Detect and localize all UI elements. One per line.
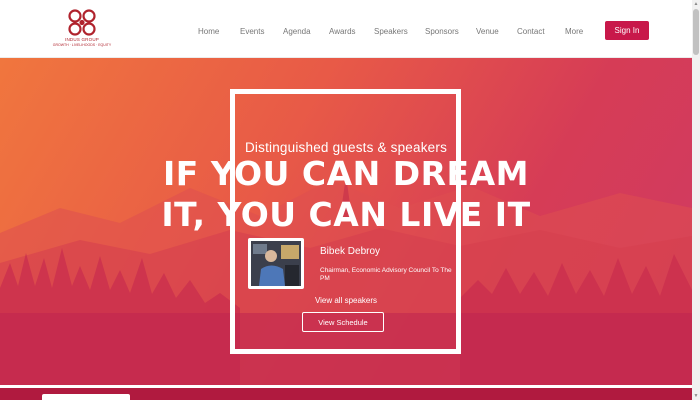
speaker-card[interactable]: Bibek Debroy Chairman, Economic Advisory…	[248, 238, 452, 292]
next-section-strip	[0, 385, 692, 400]
nav-sponsors[interactable]: Sponsors	[425, 27, 459, 36]
page-scrollbar[interactable]: ▲ ▼	[692, 0, 700, 400]
logo-name: INDUS GROUP	[65, 37, 99, 42]
nav-awards[interactable]: Awards	[329, 27, 356, 36]
view-schedule-button[interactable]: View Schedule	[302, 312, 384, 332]
nav-more[interactable]: More	[565, 27, 583, 36]
site-header: INDUS GROUP GROWTH · LIVELIHOODS · EQUIT…	[0, 0, 692, 58]
view-all-speakers-link[interactable]: View all speakers	[0, 296, 692, 305]
speaker-role: Chairman, Economic Advisory Council To T…	[320, 267, 452, 282]
nav-home[interactable]: Home	[198, 27, 219, 36]
sign-in-button[interactable]: Sign In	[605, 21, 649, 40]
site-logo[interactable]: INDUS GROUP GROWTH · LIVELIHOODS · EQUIT…	[52, 8, 112, 50]
logo-tagline: GROWTH · LIVELIHOODS · EQUITY	[52, 43, 112, 47]
hero-headline-line-2: IT, YOU CAN LIVE IT	[161, 195, 531, 234]
scroll-down-arrow-icon[interactable]: ▼	[692, 392, 700, 400]
nav-agenda[interactable]: Agenda	[283, 27, 311, 36]
nav-events[interactable]: Events	[240, 27, 264, 36]
hero-section: Distinguished guests & speakers IF YOU C…	[0, 58, 692, 385]
next-section-tab	[42, 394, 130, 400]
speaker-photo	[248, 238, 304, 289]
nav-contact[interactable]: Contact	[517, 27, 545, 36]
scroll-thumb[interactable]	[693, 9, 699, 55]
hero-headline-line-1: IF YOU CAN DREAM	[163, 154, 529, 193]
swirl-logo-icon	[68, 9, 96, 36]
scroll-up-arrow-icon[interactable]: ▲	[692, 0, 700, 8]
speaker-portrait-image	[251, 241, 301, 286]
hero-subtitle: Distinguished guests & speakers	[244, 140, 448, 155]
nav-speakers[interactable]: Speakers	[374, 27, 408, 36]
speaker-name: Bibek Debroy	[320, 246, 381, 257]
nav-venue[interactable]: Venue	[476, 27, 499, 36]
